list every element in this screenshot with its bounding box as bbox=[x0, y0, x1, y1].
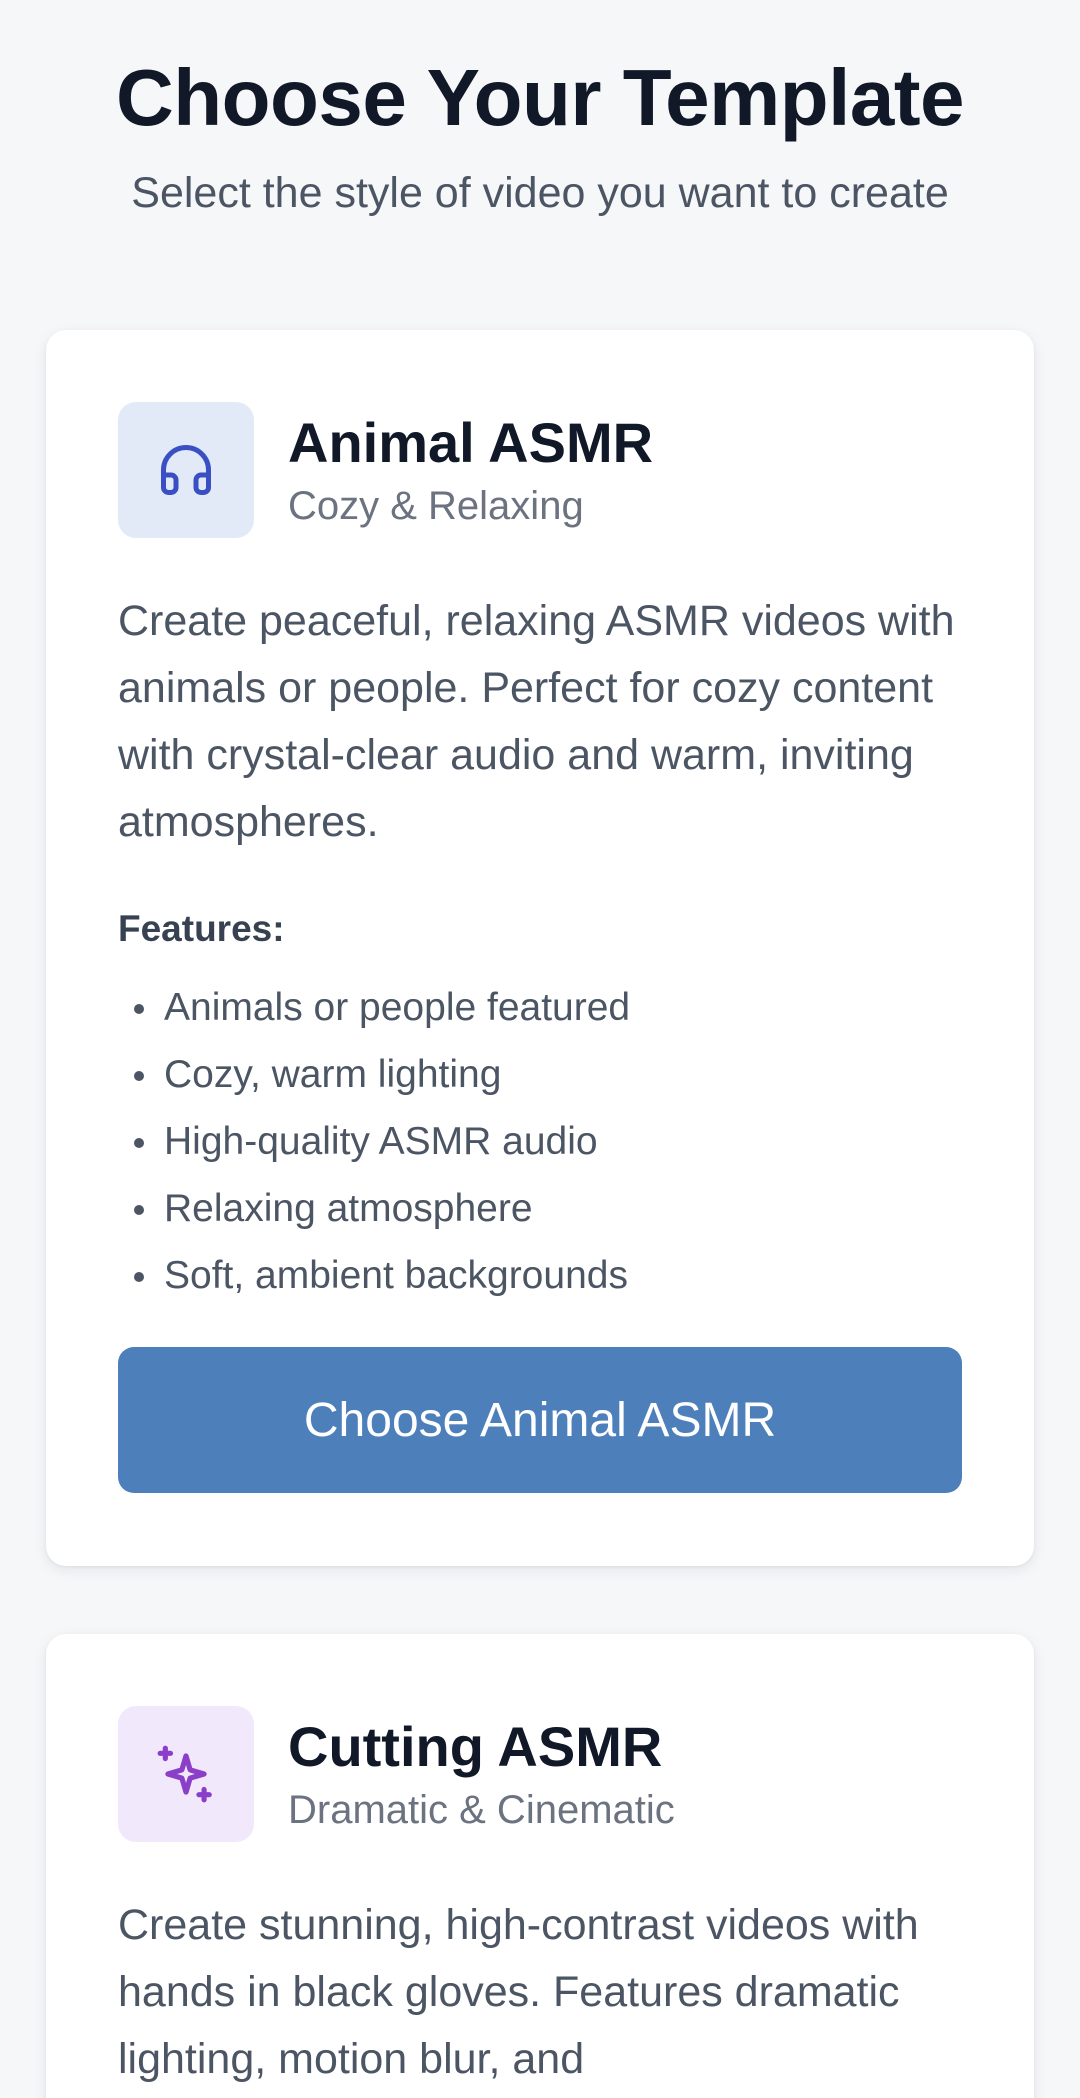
choose-animal-asmr-button[interactable]: Choose Animal ASMR bbox=[118, 1347, 962, 1493]
card-title: Animal ASMR bbox=[288, 411, 654, 474]
feature-text: Cozy, warm lighting bbox=[164, 1053, 502, 1096]
feature-item: Cozy, warm lighting bbox=[118, 1041, 962, 1108]
page-header: Choose Your Template Select the style of… bbox=[0, 0, 1080, 220]
template-selection-page: Choose Your Template Select the style of… bbox=[0, 0, 1080, 2098]
template-card-animal-asmr: Animal ASMR Cozy & Relaxing Create peace… bbox=[46, 330, 1034, 1566]
card-description: Create peaceful, relaxing ASMR videos wi… bbox=[118, 597, 955, 846]
features-heading: Features: bbox=[118, 908, 285, 949]
feature-text: Relaxing atmosphere bbox=[164, 1187, 533, 1230]
feature-item: Soft, ambient backgrounds bbox=[118, 1242, 962, 1309]
card-titles: Animal ASMR Cozy & Relaxing bbox=[288, 410, 653, 530]
feature-item: Animals or people featured bbox=[118, 974, 962, 1041]
feature-item: Relaxing atmosphere bbox=[118, 1175, 962, 1242]
headphones-icon bbox=[118, 402, 254, 538]
page-subtitle: Select the style of video you want to cr… bbox=[131, 169, 949, 217]
card-title: Cutting ASMR bbox=[288, 1715, 663, 1778]
sparkles-icon bbox=[118, 1706, 254, 1842]
feature-text: Soft, ambient backgrounds bbox=[164, 1254, 628, 1297]
bullet-icon bbox=[134, 1004, 144, 1014]
features-list: Animals or people featured Cozy, warm li… bbox=[118, 974, 962, 1309]
card-header: Cutting ASMR Dramatic & Cinematic bbox=[118, 1706, 962, 1842]
card-tagline: Cozy & Relaxing bbox=[288, 484, 584, 528]
card-titles: Cutting ASMR Dramatic & Cinematic bbox=[288, 1714, 675, 1834]
template-card-cutting-asmr: Cutting ASMR Dramatic & Cinematic Create… bbox=[46, 1634, 1034, 2098]
page-title: Choose Your Template bbox=[116, 53, 964, 142]
feature-item: High-quality ASMR audio bbox=[118, 1108, 962, 1175]
bullet-icon bbox=[134, 1205, 144, 1215]
card-header: Animal ASMR Cozy & Relaxing bbox=[118, 402, 962, 538]
bullet-icon bbox=[134, 1272, 144, 1282]
card-description: Create stunning, high-contrast videos wi… bbox=[118, 1901, 919, 2083]
bullet-icon bbox=[134, 1138, 144, 1148]
bullet-icon bbox=[134, 1071, 144, 1081]
card-tagline: Dramatic & Cinematic bbox=[288, 1788, 675, 1832]
feature-text: High-quality ASMR audio bbox=[164, 1120, 598, 1163]
feature-text: Animals or people featured bbox=[164, 986, 631, 1029]
